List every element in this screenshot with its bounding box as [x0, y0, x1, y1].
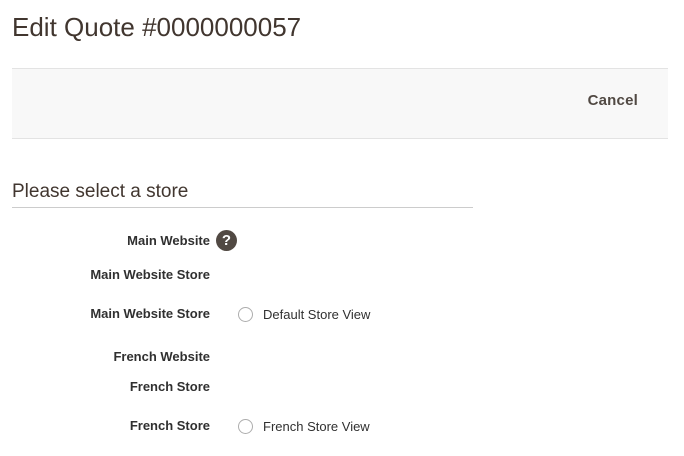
website-label: Main Website: [127, 233, 210, 248]
website-label: French Website: [113, 349, 210, 364]
store-group-row-main: Main Website Store: [0, 264, 684, 286]
edit-quote-page: Edit Quote #0000000057 Cancel Please sel…: [0, 0, 684, 456]
store-group-row-french: French Store: [0, 376, 684, 398]
store-label: Main Website Store: [90, 306, 210, 321]
cancel-button[interactable]: Cancel: [588, 92, 638, 109]
store-selection-heading: Please select a store: [12, 180, 473, 208]
store-view-label: Default Store View: [263, 306, 371, 322]
website-row-main: Main Website ?: [0, 230, 684, 252]
store-view-row-french: French Store French Store View: [0, 415, 684, 437]
store-view-radio-french[interactable]: [238, 418, 253, 434]
store-view-row-main: Main Website Store Default Store View: [0, 303, 684, 325]
store-label: French Store: [129, 418, 210, 433]
store-view-radio-default[interactable]: [238, 306, 253, 322]
page-actions-toolbar: Cancel: [12, 68, 668, 139]
store-group-label: Main Website Store: [90, 267, 210, 282]
store-group-label: French Store: [129, 379, 210, 394]
question-mark-icon[interactable]: ?: [216, 230, 237, 251]
store-view-option-default[interactable]: Default Store View: [238, 303, 370, 325]
website-row-french: French Website: [0, 346, 684, 368]
page-title: Edit Quote #0000000057: [12, 12, 302, 42]
store-view-label: French Store View: [263, 418, 370, 434]
store-view-option-french[interactable]: French Store View: [238, 415, 370, 437]
